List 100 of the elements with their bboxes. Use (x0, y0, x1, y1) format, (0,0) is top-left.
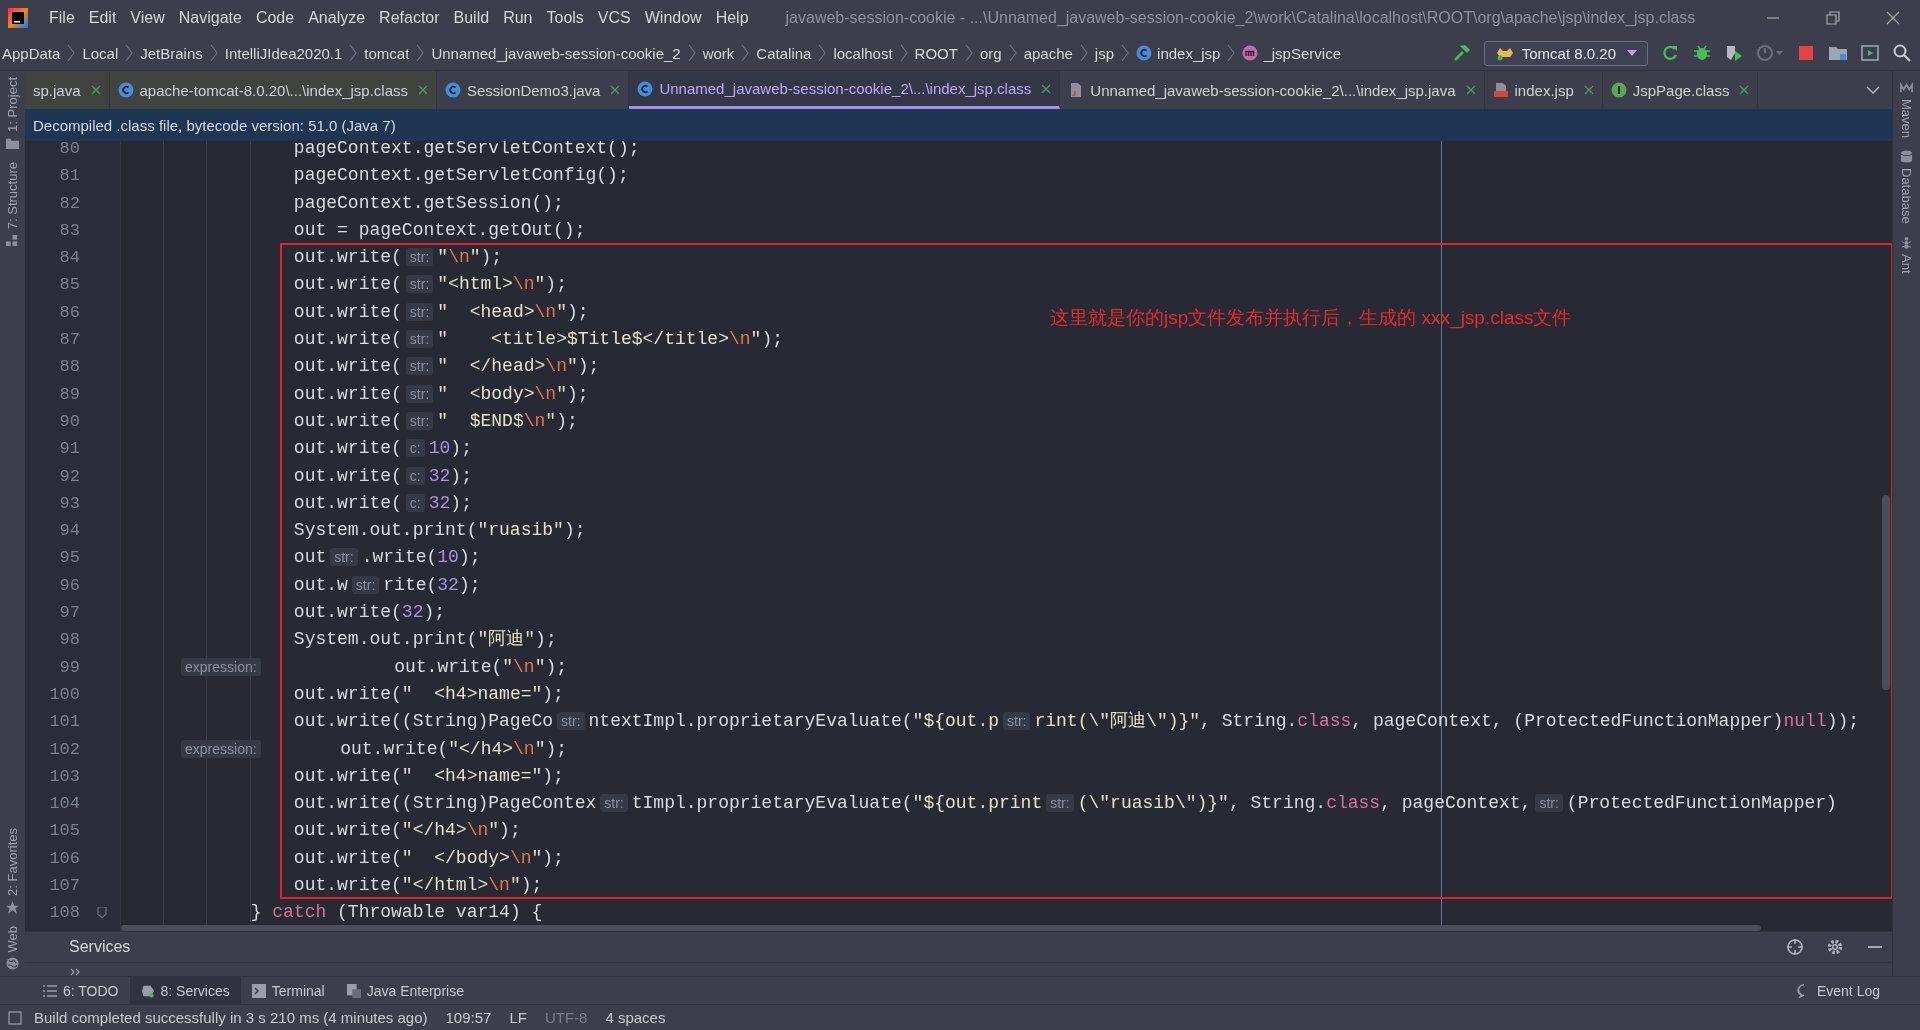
settings-icon[interactable] (1826, 938, 1844, 956)
status-widget[interactable]: 109:57 (445, 1009, 492, 1026)
decompiled-notice: Decompiled .class file, bytecode version: 51.0 (Java 7) (33, 116, 396, 134)
inlay-hint: str: (405, 302, 434, 321)
interface-icon (1610, 82, 1627, 98)
tool-window-tab[interactable]: 8: Services (129, 977, 241, 1004)
breadcrumb[interactable]: _jspService (1263, 44, 1341, 62)
editor-tab[interactable]: sp.java (25, 71, 110, 109)
tool-window-tab[interactable]: Java Enterprise (335, 977, 475, 1004)
line-number: 90 (59, 411, 80, 431)
breadcrumb[interactable]: IntelliJIdea2020.1 (224, 44, 343, 62)
restore-icon[interactable] (1826, 11, 1840, 25)
menu-item[interactable]: Run (496, 9, 540, 27)
editor-tab[interactable]: apache-tomcat-8.0.20\...\index_jsp.class (109, 71, 437, 109)
menu-item[interactable]: Edit (81, 9, 124, 27)
breadcrumb[interactable]: AppData (2, 44, 61, 62)
code-line: } catch (Throwable var14) { (250, 902, 543, 923)
code-text: out.write( (293, 438, 402, 459)
code-text: tImpl.proprietaryEvaluate("${out.print (631, 793, 1043, 814)
status-widget[interactable]: LF (509, 1009, 527, 1026)
list-icon (43, 983, 57, 998)
breadcrumb[interactable]: tomcat (364, 44, 410, 62)
rerun-icon[interactable] (1660, 43, 1680, 63)
panel-title: Services (69, 938, 131, 956)
scrollbar[interactable] (121, 925, 1761, 931)
coverage-icon[interactable] (1724, 43, 1744, 63)
close-icon[interactable] (1739, 85, 1750, 95)
breadcrumb[interactable]: index_jsp (1157, 44, 1221, 62)
code-text: out.write((String)PageCo (293, 711, 554, 732)
close-icon[interactable] (90, 85, 101, 95)
chevron-down-icon[interactable] (1866, 86, 1880, 94)
code-text: out.write( (293, 247, 402, 268)
menu-item[interactable]: View (123, 9, 172, 27)
breadcrumb[interactable]: Local (82, 44, 119, 62)
tool-window-button[interactable]: Ant (1899, 229, 1914, 280)
scrollbar[interactable] (1882, 495, 1890, 690)
breadcrumb[interactable]: Unnamed_javaweb-session-cookie_2 (431, 44, 681, 62)
cat-icon (1494, 45, 1515, 61)
tool-window-tab[interactable]: 6: TODO (32, 977, 130, 1004)
menu-item[interactable]: Navigate (171, 9, 249, 27)
services-icon (140, 983, 155, 998)
chevron-icon (964, 44, 973, 62)
status-widget[interactable]: 4 spaces (605, 1009, 666, 1026)
breadcrumb[interactable]: localhost (833, 44, 893, 62)
tool-window-tab[interactable]: Terminal (240, 977, 336, 1004)
code-text: " <head>\n"); (437, 301, 589, 322)
stop-icon[interactable] (1796, 43, 1816, 63)
line-number: 93 (59, 493, 80, 513)
menu-item[interactable]: Help (708, 9, 756, 27)
close-icon[interactable] (610, 85, 621, 95)
caret-icon (1627, 50, 1637, 56)
window-icon[interactable] (1860, 43, 1880, 63)
tool-window-button[interactable]: Web (5, 919, 20, 976)
class-icon (117, 82, 134, 98)
tool-window-button[interactable]: 2: Favorites (5, 821, 20, 920)
chevron-icon (125, 44, 134, 62)
menu-item[interactable]: Refactor (372, 9, 447, 27)
close-icon[interactable] (418, 85, 428, 95)
breadcrumb[interactable]: apache (1023, 44, 1073, 62)
code-text: ntextImpl.proprietaryEvaluate("${out.p (588, 711, 999, 732)
chevron-icon (899, 44, 908, 62)
breadcrumb[interactable]: ROOT (914, 44, 958, 62)
breadcrumb[interactable]: Catalina (756, 44, 812, 62)
breadcrumb[interactable]: org (979, 44, 1002, 62)
file-icon (1492, 82, 1509, 98)
run-configuration-dropdown[interactable]: Tomcat 8.0.20 (1483, 40, 1648, 66)
tool-window-button[interactable]: Maven (1899, 75, 1914, 145)
chevron-icon (1079, 44, 1088, 62)
tool-window-button[interactable]: 1: Project (5, 71, 20, 156)
line-number: 84 (59, 248, 80, 268)
breadcrumb[interactable]: work (702, 44, 735, 62)
target-icon[interactable] (1786, 938, 1804, 956)
search-icon[interactable] (1892, 43, 1912, 63)
line-number: 99 (59, 657, 80, 677)
tool-window-button[interactable]: Database (1899, 144, 1914, 230)
inlay-hint: str: (405, 384, 434, 403)
tool-window-button[interactable]: 7: Structure (5, 155, 20, 254)
menu-item[interactable]: Code (248, 9, 302, 27)
expand-icon[interactable] (70, 967, 82, 976)
bug-icon[interactable] (1692, 43, 1712, 63)
close-icon[interactable] (1465, 85, 1476, 95)
close-icon[interactable] (1041, 83, 1052, 94)
menu-item[interactable]: Analyze (301, 9, 373, 27)
fold-icon[interactable] (97, 907, 107, 919)
menu-item[interactable]: File (42, 9, 82, 27)
menu-item[interactable]: Build (446, 9, 497, 27)
profiler-icon[interactable] (1756, 43, 1784, 63)
menu-item[interactable]: Tools (539, 9, 591, 27)
event-log-button[interactable]: Event Log (1796, 977, 1920, 1004)
breadcrumb[interactable]: jsp (1094, 44, 1115, 62)
close-icon[interactable] (1886, 11, 1900, 25)
menu-item[interactable]: VCS (590, 9, 638, 27)
close-icon[interactable] (1583, 85, 1594, 95)
code-text: " <title>$Title$</title>\n"); (437, 329, 783, 350)
panel-toggle-icon[interactable] (8, 1010, 22, 1025)
inlay-hint: c: (405, 466, 425, 485)
code-text: "<html>\n"); (437, 274, 567, 295)
menu-item[interactable]: Window (637, 9, 709, 27)
editor-tab[interactable]: Unnamed_javaweb-session-cookie_2\...\index_jsp.class (629, 71, 1061, 109)
breadcrumb[interactable]: JetBrains (140, 44, 203, 62)
